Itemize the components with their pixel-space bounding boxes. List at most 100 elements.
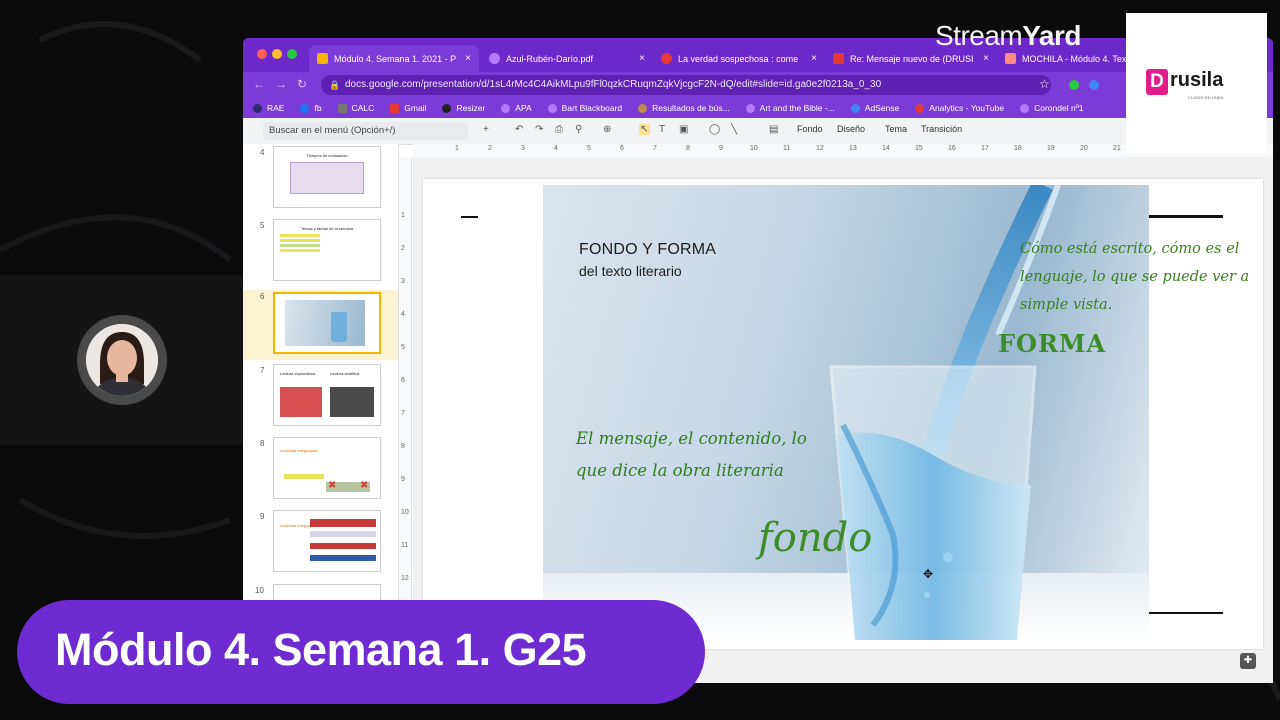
logo-tagline: CLASES EN LÍNEA (1188, 95, 1224, 100)
facebook-icon (300, 103, 310, 113)
ruler-mark: 15 (915, 145, 923, 152)
slide-thumbnail-9[interactable]: 9 Actividad integradora (243, 510, 398, 580)
shape-icon[interactable]: ◯ (709, 124, 720, 135)
tab-close-icon[interactable]: × (631, 53, 645, 64)
slide-form-text: Cómo está escrito, cómo es el lenguaje, … (1020, 241, 1250, 313)
streamyard-watermark: StreamYard (935, 20, 1081, 52)
background-button[interactable]: Fondo (797, 124, 823, 134)
move-cursor-icon: ✥ (923, 567, 934, 581)
thumb-title: Tiempos de evaluación (306, 153, 348, 158)
slide-thumbnail-4[interactable]: 4 Tiempos de evaluación (243, 146, 398, 216)
add-icon[interactable]: + (483, 124, 494, 135)
slide-thumbnail-6[interactable]: 6 (243, 290, 398, 360)
ruler-mark: 11 (401, 542, 409, 549)
ruler-mark: 17 (981, 145, 989, 152)
expand-icon[interactable]: ✚ (1240, 653, 1256, 669)
slide-number: 9 (260, 512, 265, 521)
x-icon: ✖ (328, 480, 337, 491)
tab-pdf[interactable]: Azul-Rubén-Darío.pdf × (481, 45, 653, 72)
decor-line (461, 216, 478, 218)
thumbnail-image: Tiempos de evaluación (273, 146, 381, 208)
bookmark-resizer[interactable]: Resizer (442, 103, 485, 113)
bookmark-rae[interactable]: RAE (253, 103, 284, 113)
line-icon[interactable]: ╲ (731, 124, 742, 135)
print-icon[interactable]: ⎙ (555, 124, 566, 135)
current-slide: FONDO Y FORMA del texto literario El men… (423, 179, 1263, 649)
extension-icon[interactable] (1089, 80, 1099, 90)
thumb-title: Lectura exploratoria (280, 371, 316, 376)
tab-close-icon[interactable]: × (975, 53, 989, 64)
bookmark-apa[interactable]: APA (501, 103, 532, 113)
maximize-window-button[interactable] (287, 49, 297, 59)
bookmark-bart[interactable]: Bart Blackboard (547, 103, 622, 113)
tab-label: La verdad sospechosa : come (678, 53, 799, 64)
slide-thumbnail-5[interactable]: 5 Temas y tareas de la semana (243, 219, 398, 289)
tab-bar: Módulo 4. Semana 1. 2021 - P × Azul-Rubé… (243, 38, 1273, 72)
ruler-mark: 1 (401, 212, 405, 219)
theme-button[interactable]: Tema (885, 124, 907, 134)
globe-icon (501, 103, 511, 113)
zoom-icon[interactable]: ⊕ (603, 124, 614, 135)
bookmark-star-icon[interactable]: ☆ (1039, 77, 1050, 91)
bookmark-art[interactable]: Art and the Bible -... (745, 103, 835, 113)
close-window-button[interactable] (257, 49, 267, 59)
ruler-mark: 10 (750, 145, 758, 152)
presenter-avatar (86, 324, 158, 396)
slide-thumbnail-7[interactable]: 7 Lectura exploratoria Lectura analítica (243, 364, 398, 434)
bookmark-corondel[interactable]: Corondel nº1 (1020, 103, 1084, 113)
tab-la-verdad[interactable]: La verdad sospechosa : come × (653, 45, 825, 72)
ruler-mark: 2 (401, 245, 405, 252)
gmail-icon (390, 103, 400, 113)
reload-icon[interactable]: ↻ (297, 77, 307, 91)
transition-button[interactable]: Transición (921, 124, 962, 134)
layout-button[interactable]: Diseño (837, 124, 865, 134)
bookmarks-bar: RAE fb CALC Gmail Resizer APA Bart Black… (243, 98, 1273, 118)
ruler-mark: 3 (521, 145, 525, 152)
ruler-mark: 16 (948, 145, 956, 152)
bookmark-label: CALC (351, 103, 375, 113)
url-input[interactable]: 🔒 docs.google.com/presentation/d/1sL4rMc… (321, 75, 1051, 95)
slide-fondo-label: fondo (758, 515, 873, 561)
menu-search-input[interactable]: Buscar en el menú (Opción+/) (263, 122, 468, 140)
undo-icon[interactable]: ↶ (515, 124, 526, 135)
ruler-mark: 7 (653, 145, 657, 152)
bookmark-label: RAE (267, 103, 285, 113)
drusila-logo: D rusila CLASES EN LÍNEA (1126, 13, 1267, 153)
bookmark-gmail[interactable]: Gmail (390, 103, 426, 113)
adsense-icon (850, 103, 860, 113)
thumbnail-image: Temas y tareas de la semana (273, 219, 381, 281)
forward-icon[interactable]: → (275, 77, 287, 91)
tab-close-icon[interactable]: × (803, 53, 817, 64)
ruler-mark: 19 (1047, 145, 1055, 152)
comment-icon[interactable]: ▤ (769, 124, 780, 135)
back-icon[interactable]: ← (253, 77, 265, 91)
vertical-ruler: 1 2 3 4 5 6 7 8 9 10 11 12 (399, 157, 412, 607)
bookmark-adsense[interactable]: AdSense (850, 103, 899, 113)
decor-line (1138, 612, 1223, 614)
bookmark-label: Corondel nº1 (1034, 103, 1084, 113)
slide-thumbnail-8[interactable]: 8 Actividad integradora ✖ ✖ (243, 437, 398, 507)
minimize-window-button[interactable] (272, 49, 282, 59)
thumbnail-image (273, 292, 381, 354)
bookmark-analytics[interactable]: Analytics - YouTube (915, 103, 1004, 113)
extension-icon[interactable] (1069, 80, 1079, 90)
redo-icon[interactable]: ↷ (535, 124, 546, 135)
textbox-icon[interactable]: T (659, 124, 670, 135)
thumb-title: Lectura analítica (330, 371, 360, 376)
ruler-mark: 7 (401, 410, 405, 417)
bookmark-resultados[interactable]: Resultados de bús... (638, 103, 730, 113)
tab-label: Re: Mensaje nuevo de (DRUSI (850, 53, 974, 64)
resizer-icon (442, 103, 452, 113)
tab-slides[interactable]: Módulo 4. Semana 1. 2021 - P × (309, 45, 479, 72)
site-icon (661, 53, 672, 64)
slide-forma-label: FORMA (998, 329, 1107, 358)
select-icon[interactable]: ↖ (639, 124, 650, 135)
folder-icon (638, 103, 648, 113)
bookmark-fb[interactable]: fb (300, 103, 322, 113)
ruler-mark: 5 (401, 344, 405, 351)
image-icon[interactable]: ▣ (679, 124, 690, 135)
paint-format-icon[interactable]: ⚲ (575, 124, 586, 135)
bookmark-label: Resultados de bús... (652, 103, 730, 113)
bookmark-calc[interactable]: CALC (337, 103, 375, 113)
tab-close-icon[interactable]: × (457, 53, 471, 64)
